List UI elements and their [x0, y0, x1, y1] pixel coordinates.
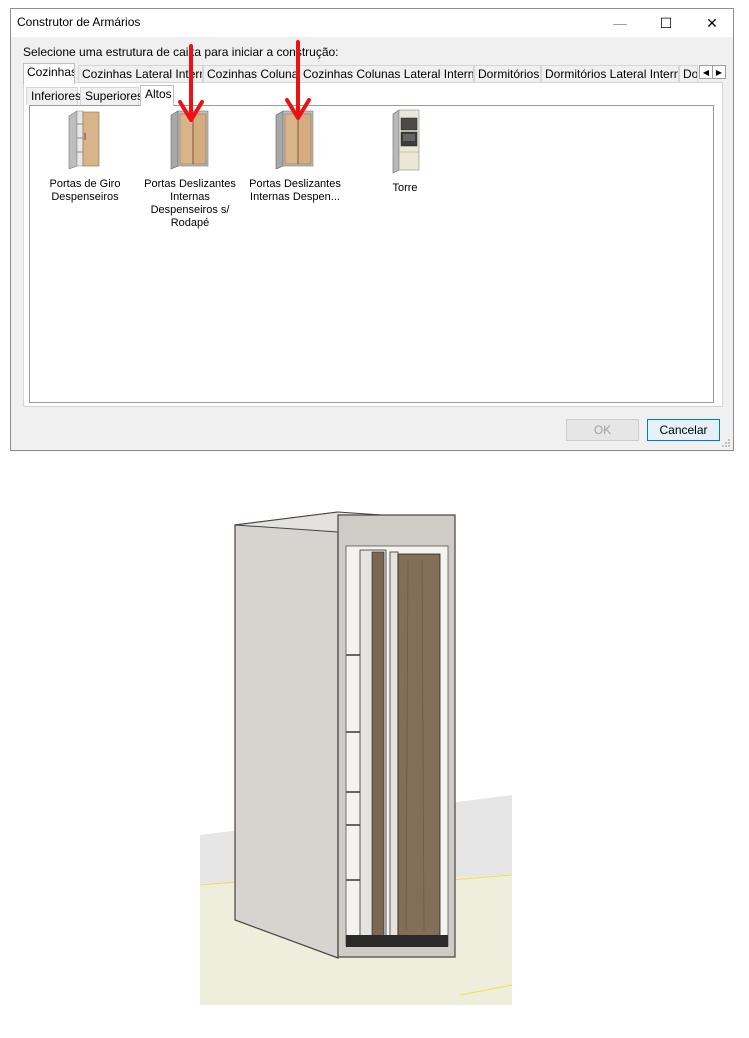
category-tabs: Cozinhas Cozinhas Lateral Interna Cozinh…	[23, 63, 726, 84]
title-bar: Construtor de Armários — ☐ ✕	[11, 9, 733, 37]
subtab-altos[interactable]: Altos	[140, 85, 174, 106]
cancel-button[interactable]: Cancelar	[647, 419, 720, 441]
tower-cabinet-icon	[392, 109, 420, 174]
cabinet-list: Portas de Giro Despenseiros Portas Desli…	[29, 105, 714, 403]
item-label: Portas Deslizantes Internas Despen...	[249, 178, 341, 203]
tab-dormitorios[interactable]: Dormitórios	[474, 65, 541, 83]
list-item-portas-deslizantes-sem-rodape[interactable]: Portas Deslizantes Internas Despenseiros…	[140, 108, 240, 230]
list-item-portas-de-giro[interactable]: Portas de Giro Despenseiros	[35, 108, 135, 204]
cabinet-3d-preview	[200, 511, 513, 1005]
close-button[interactable]: ✕	[689, 9, 735, 37]
tab-cozinhas[interactable]: Cozinhas	[23, 63, 75, 84]
subtab-superiores[interactable]: Superiores	[80, 87, 143, 105]
resize-grip-icon[interactable]	[721, 438, 731, 448]
swing-door-cabinet-icon	[68, 110, 100, 170]
tab-content-pane: Inferiores Superiores Altos Portas de Gi…	[23, 82, 723, 407]
tab-dormitorios-lateral-interna[interactable]: Dormitórios Lateral Interna	[541, 65, 679, 83]
tab-cozinhas-colunas-lateral-interna[interactable]: Cozinhas Colunas Lateral Interna	[299, 65, 474, 83]
cabinet-builder-dialog: Construtor de Armários — ☐ ✕ Selecione u…	[10, 8, 734, 451]
tab-dormitorios-more[interactable]: Dormitórios	[679, 65, 698, 83]
window-title: Construtor de Armários	[17, 15, 141, 29]
minimize-button[interactable]: —	[597, 9, 643, 37]
red-arrow-icon	[285, 40, 311, 120]
maximize-button[interactable]: ☐	[643, 9, 689, 37]
ok-button[interactable]: OK	[566, 419, 639, 441]
red-arrow-icon	[178, 44, 204, 122]
list-item-torre[interactable]: Torre	[355, 108, 455, 195]
tab-scroll-right-button[interactable]: ▶	[712, 65, 726, 79]
tab-scroll-left-button[interactable]: ◀	[699, 65, 713, 79]
item-label: Portas de Giro Despenseiros	[49, 178, 121, 203]
item-label: Portas Deslizantes Internas Despenseiros…	[144, 178, 236, 229]
subtab-inferiores[interactable]: Inferiores	[26, 87, 81, 105]
item-label: Torre	[392, 182, 418, 194]
